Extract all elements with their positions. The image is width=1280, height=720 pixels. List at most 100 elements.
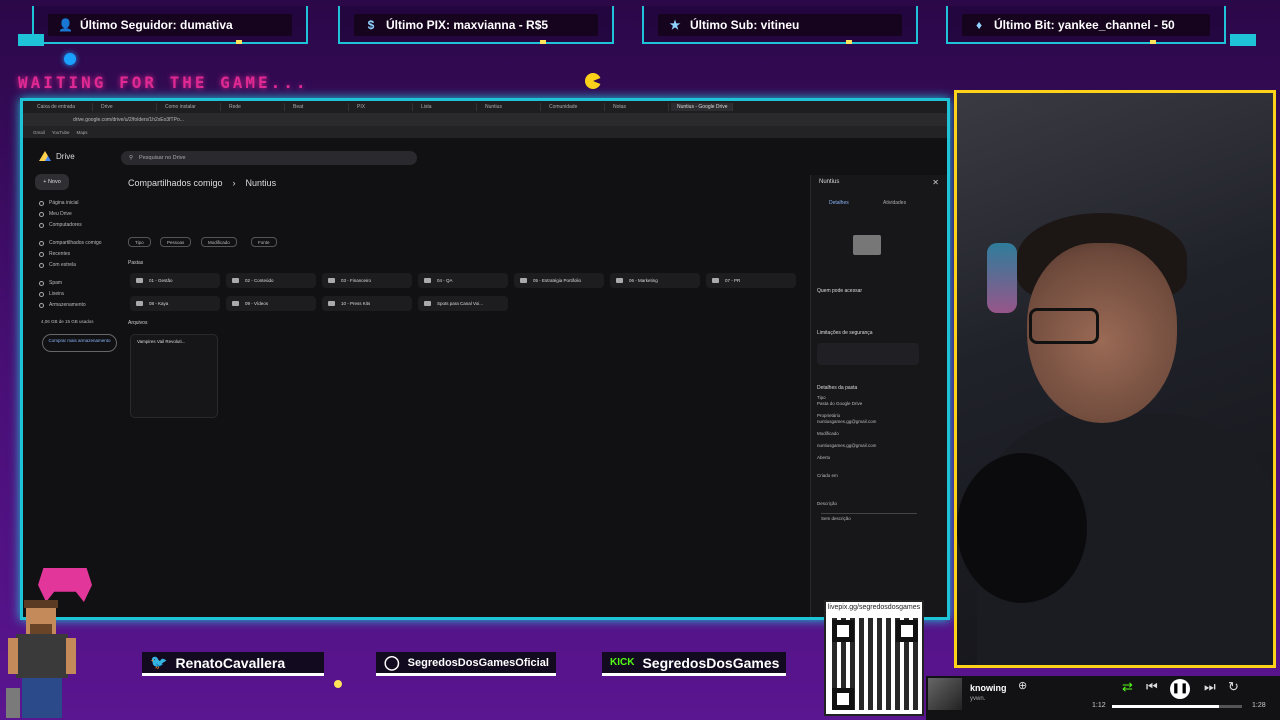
nav-item-spam[interactable]: Spam <box>39 280 62 286</box>
browser-tab[interactable]: Drive <box>95 103 157 111</box>
nav-item-recent[interactable]: Recentes <box>39 251 70 257</box>
drive-logo[interactable]: Drive <box>39 151 75 161</box>
user-icon: 👤 <box>58 18 73 32</box>
close-icon[interactable]: ✕ <box>932 178 939 187</box>
decor-dot <box>1150 40 1156 44</box>
bookmark[interactable]: YouTube <box>52 130 70 135</box>
browser-tab[interactable]: Notas <box>607 103 669 111</box>
folder-item[interactable]: 03 - Financeiro <box>322 273 412 288</box>
browser-tab-active[interactable]: Nuntius - Google Drive <box>671 103 733 111</box>
folder-item[interactable]: Spots para Canal Voi... <box>418 296 508 311</box>
browser-tab[interactable]: Comunidade <box>543 103 605 111</box>
social-kick: KICK SegredosDosGames <box>602 652 786 676</box>
filter-people[interactable]: Pessoas <box>160 237 192 247</box>
duration-time: 1:28 <box>1252 702 1266 709</box>
folder-icon <box>136 278 143 283</box>
search-input[interactable]: ⚲ Pesquisar no Drive <box>121 151 417 165</box>
song-artist: yvwn. <box>970 696 986 702</box>
tab-activity[interactable]: Atividades <box>883 200 906 206</box>
buy-storage-button[interactable]: Comprar mais armazenamento <box>42 334 117 352</box>
banner-text: Último Seguidor: dumativa <box>80 18 233 32</box>
browser-tab[interactable]: PIX <box>351 103 413 111</box>
nav-label: Spam <box>49 280 63 286</box>
files-heading: Arquivos <box>128 320 148 326</box>
browser-tab[interactable]: Caixa de entrada <box>31 103 93 111</box>
pix-qr-code: livepix.gg/segredosdosgames <box>824 600 924 716</box>
banner-text: Último PIX: maxvianna - R$5 <box>386 18 549 32</box>
nav-item-home[interactable]: Página inicial <box>39 200 78 206</box>
breadcrumb-shared[interactable]: Compartilhados comigo <box>128 178 223 188</box>
progress-bar[interactable] <box>1112 705 1242 708</box>
app-name: Drive <box>56 151 75 161</box>
nav-item-my-drive[interactable]: Meu Drive <box>39 211 72 217</box>
clock-icon <box>39 251 44 257</box>
cloud-icon <box>39 302 44 308</box>
folder-item[interactable]: 05 - Estratégia Portifolio <box>514 273 604 288</box>
nav-item-trash[interactable]: Lixeira <box>39 291 64 297</box>
address-bar[interactable]: drive.google.com/drive/u/2/folders/1h2xE… <box>23 113 947 126</box>
folder-item[interactable]: 10 - Press Kits <box>322 296 412 311</box>
details-heading: Detalhes da pasta <box>817 385 858 391</box>
tab-details[interactable]: Detalhes <box>829 200 849 206</box>
add-icon[interactable]: ⊕ <box>1018 679 1027 692</box>
folder-item[interactable]: 07 - PR <box>706 273 796 288</box>
url-text: drive.google.com/drive/u/2/folders/1h2xE… <box>73 116 184 123</box>
previous-icon[interactable]: ⏮ <box>1146 679 1158 695</box>
nav-item-shared[interactable]: Compartilhados comigo <box>39 240 102 246</box>
folder-item[interactable]: 01 - Gestão <box>130 273 220 288</box>
browser-tab[interactable]: Beat <box>287 103 349 111</box>
decor-dot <box>540 40 546 44</box>
twitter-icon: 🐦 <box>150 654 168 670</box>
folder-icon <box>136 301 143 306</box>
folder-label: 08 - Kaya <box>149 301 169 306</box>
filter-type[interactable]: Tipo <box>128 237 151 247</box>
folder-shared-icon <box>853 235 881 255</box>
decor-dot <box>846 40 852 44</box>
details-panel: Nuntius ✕ Detalhes Atividades Quem pode … <box>810 175 947 617</box>
next-icon[interactable]: ⏭ <box>1204 679 1216 695</box>
browser-tab[interactable]: Lista <box>415 103 477 111</box>
music-player: knowing yvwn. ⊕ ⇄ ⏮ ❚❚ ⏭ ↻ 1:12 1:28 <box>926 676 1280 720</box>
folder-item[interactable]: 08 - Kaya <box>130 296 220 311</box>
breadcrumb-current[interactable]: Nuntius <box>246 178 277 188</box>
microphone <box>957 453 1087 603</box>
song-title: knowing <box>970 683 1007 693</box>
bookmark[interactable]: Maps <box>76 130 87 135</box>
pixel-character <box>6 600 76 718</box>
filter-modified[interactable]: Modificado <box>201 237 237 247</box>
file-card[interactable]: Vampires Vail Revoluti... <box>130 334 218 418</box>
nav-label: Computadores <box>49 222 82 228</box>
bookmark[interactable]: Gmail <box>33 130 45 135</box>
nav-item-computers[interactable]: Computadores <box>39 222 82 228</box>
folder-item[interactable]: 06 - Marketing <box>610 273 700 288</box>
repeat-icon[interactable]: ↻ <box>1228 679 1239 695</box>
folder-label: 06 - Marketing <box>629 278 658 283</box>
instagram-icon: ◯ <box>384 654 400 670</box>
glasses <box>1029 308 1099 344</box>
breadcrumb: Compartilhados comigo › Nuntius <box>128 178 276 188</box>
folder-item[interactable]: 04 - QA <box>418 273 508 288</box>
browser-tab[interactable]: Nuntius <box>479 103 541 111</box>
pacman-icon <box>585 73 601 89</box>
nav-label: Meu Drive <box>49 211 72 217</box>
description-field[interactable]: Sem descrição <box>821 513 917 521</box>
browser-tab[interactable]: Como instalar <box>159 103 221 111</box>
browser-tab[interactable]: Rede <box>223 103 285 111</box>
folder-label: 07 - PR <box>725 278 741 283</box>
people-icon <box>39 240 44 246</box>
banner-last-follower: 👤 Último Seguidor: dumativa <box>32 6 308 44</box>
filter-source[interactable]: Fonte <box>251 237 277 247</box>
pause-button[interactable]: ❚❚ <box>1170 679 1190 699</box>
nav-item-storage[interactable]: Armazenamento <box>39 302 86 308</box>
nav-item-starred[interactable]: Com estrela <box>39 262 76 268</box>
folder-item[interactable]: 02 - Conteúdo <box>226 273 316 288</box>
shuffle-icon[interactable]: ⇄ <box>1122 679 1133 695</box>
screen-capture: Caixa de entrada Drive Como instalar Red… <box>20 98 950 620</box>
qr-eye <box>896 620 918 642</box>
created-label: Criado em <box>817 473 838 478</box>
panel-title: Nuntius <box>819 179 840 185</box>
new-label: Novo <box>47 179 61 185</box>
computer-icon <box>39 222 44 228</box>
folder-item[interactable]: 09 - Vídeos <box>226 296 316 311</box>
new-button[interactable]: + Novo <box>35 174 69 190</box>
